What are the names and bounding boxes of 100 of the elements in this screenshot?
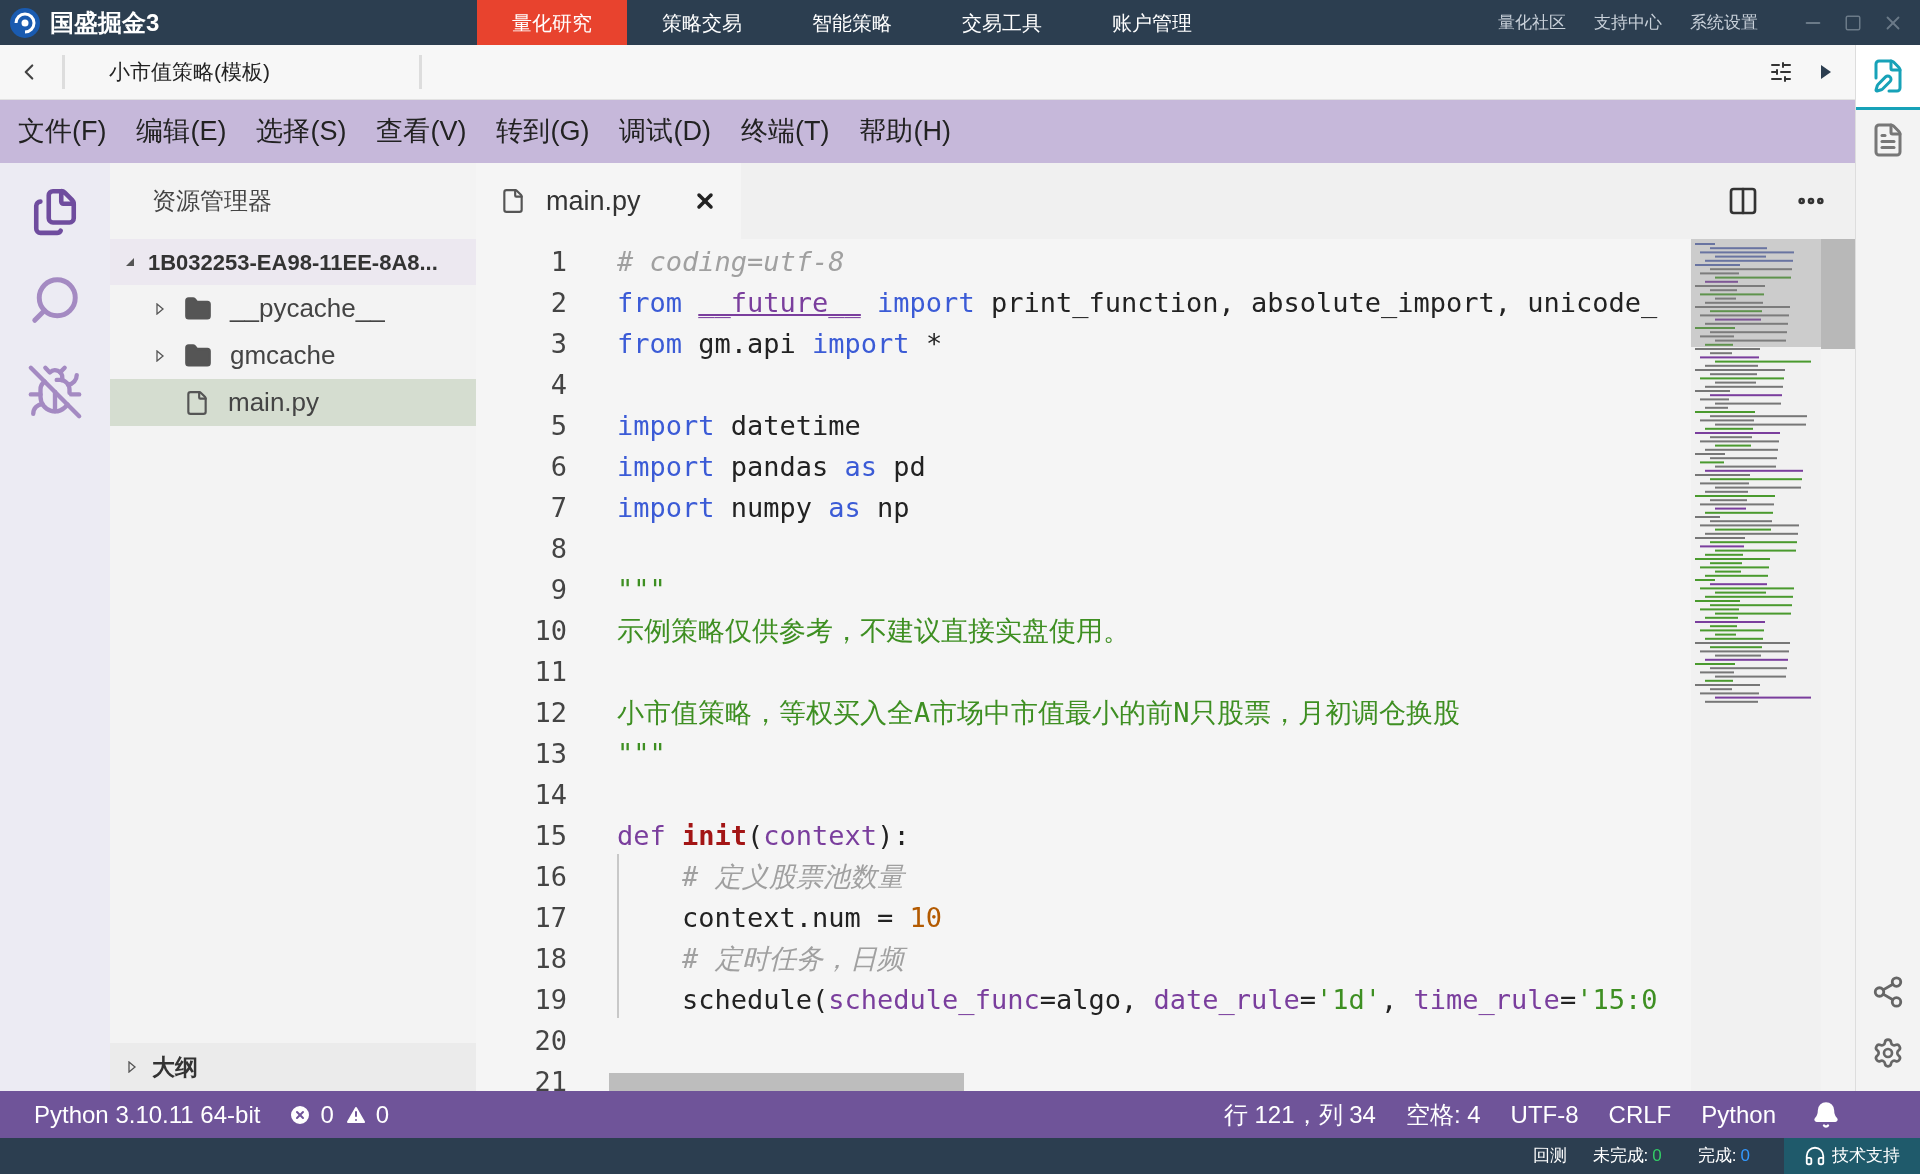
error-count: 0 bbox=[320, 1099, 334, 1130]
python-interpreter[interactable]: Python 3.10.11 64-bit bbox=[34, 1096, 261, 1133]
menu-item[interactable]: 文件(F) bbox=[18, 111, 107, 152]
line-number: 5 bbox=[549, 409, 567, 444]
outline-header[interactable]: 大纲 bbox=[110, 1043, 476, 1091]
line-number: 20 bbox=[533, 1024, 567, 1059]
line-number: 12 bbox=[533, 696, 567, 731]
menu-item[interactable]: 查看(V) bbox=[376, 111, 467, 152]
line-number: 19 bbox=[533, 983, 567, 1018]
backtest-label[interactable]: 回测 bbox=[1532, 1143, 1567, 1169]
line-number: 15 bbox=[533, 819, 567, 854]
menu-item[interactable]: 转到(G) bbox=[496, 111, 590, 152]
menu-item[interactable]: 调试(D) bbox=[619, 111, 711, 152]
menu-item[interactable]: 选择(S) bbox=[256, 111, 347, 152]
code-line: # coding=utf-8 bbox=[617, 245, 845, 280]
line-number: 17 bbox=[533, 901, 567, 936]
code-line: context.num = 10 bbox=[681, 901, 943, 936]
code-line: 示例策略仅供参考，不建议直接实盘使用。 bbox=[617, 614, 1130, 649]
line-number: 4 bbox=[549, 368, 567, 403]
app-title: 国盛掘金3 bbox=[50, 7, 160, 38]
tree-item-label: main.py bbox=[228, 386, 320, 419]
maximize-icon[interactable] bbox=[1844, 13, 1862, 32]
done-count: 0 bbox=[1740, 1145, 1750, 1168]
menu-item[interactable]: 终端(T) bbox=[740, 111, 830, 152]
code-line: 小市值策略，等权买入全A市场中市值最小的前N只股票，月初调仓换股 bbox=[617, 696, 1460, 731]
support-button[interactable]: 技术支持 bbox=[1784, 1138, 1920, 1174]
logo-icon bbox=[8, 5, 42, 40]
folder-icon bbox=[184, 294, 212, 323]
tree-item[interactable]: main.py bbox=[110, 379, 476, 426]
line-number: 6 bbox=[549, 450, 567, 485]
nav-tab[interactable]: 量化研究 bbox=[477, 0, 627, 45]
share-icon[interactable] bbox=[1871, 975, 1905, 1009]
pending-count: 0 bbox=[1652, 1145, 1662, 1168]
code-line: import pandas as pd bbox=[617, 450, 926, 485]
collapsed-arrow-icon[interactable] bbox=[154, 302, 166, 315]
headset-icon bbox=[1804, 1145, 1826, 1167]
tree-item-label: gmcache bbox=[230, 339, 336, 372]
settings-icon[interactable] bbox=[1872, 1037, 1904, 1069]
horizontal-scrollbar[interactable] bbox=[609, 1073, 964, 1091]
menu-item[interactable]: 编辑(E) bbox=[136, 111, 227, 152]
nav-tab[interactable]: 交易工具 bbox=[927, 0, 1077, 45]
code-line: import datetime bbox=[617, 409, 861, 444]
language-mode[interactable]: Python bbox=[1701, 1096, 1776, 1133]
code-line: # 定义股票池数量 bbox=[681, 860, 904, 895]
collapsed-arrow-icon[interactable] bbox=[154, 349, 166, 362]
code-line: def init(context): bbox=[617, 819, 910, 854]
code-line: from gm.api import * bbox=[617, 327, 943, 362]
split-editor-icon[interactable] bbox=[1727, 185, 1759, 217]
collapsed-arrow-icon[interactable] bbox=[126, 1061, 138, 1073]
line-number: 21 bbox=[533, 1065, 567, 1091]
code-line: """ bbox=[617, 737, 666, 772]
line-number: 10 bbox=[533, 614, 567, 649]
encoding[interactable]: UTF-8 bbox=[1510, 1096, 1579, 1133]
top-link[interactable]: 量化社区 bbox=[1498, 9, 1566, 36]
code-line: """ bbox=[617, 573, 666, 608]
top-link[interactable]: 支持中心 bbox=[1594, 9, 1662, 36]
indentation[interactable]: 空格: 4 bbox=[1405, 1096, 1481, 1133]
folder-icon bbox=[184, 341, 212, 370]
done-label: 完成: bbox=[1697, 1145, 1737, 1168]
explorer-title: 资源管理器 bbox=[152, 186, 272, 216]
line-number: 18 bbox=[533, 942, 567, 977]
code-line: from __future__ import print_function, absolute_import, unicode_ bbox=[617, 286, 1658, 321]
code-line: schedule(schedule_func=algo, date_rule='1d', time_rule='15:0 bbox=[681, 983, 1658, 1018]
document-title: 小市值策略(模板) bbox=[109, 59, 271, 86]
line-number: 9 bbox=[549, 573, 567, 608]
editor-tab[interactable]: main.py bbox=[476, 163, 741, 239]
tree-item-label: __pycache__ bbox=[230, 292, 385, 325]
pending-label: 未完成: bbox=[1592, 1145, 1649, 1168]
bug-off-icon[interactable] bbox=[26, 363, 84, 421]
file-icon bbox=[500, 188, 526, 214]
tree-item[interactable]: gmcache bbox=[110, 332, 476, 379]
line-number: 3 bbox=[549, 327, 567, 362]
line-number: 7 bbox=[549, 491, 567, 526]
outline-title: 大纲 bbox=[152, 1052, 198, 1082]
line-number: 16 bbox=[533, 860, 567, 895]
line-number: 2 bbox=[549, 286, 567, 321]
nav-tab[interactable]: 策略交易 bbox=[627, 0, 777, 45]
file-icon bbox=[184, 389, 210, 416]
code-line: import numpy as np bbox=[617, 491, 910, 526]
line-number: 14 bbox=[533, 778, 567, 813]
line-number: 13 bbox=[533, 737, 567, 772]
line-ending[interactable]: CRLF bbox=[1608, 1096, 1672, 1133]
nav-tab[interactable]: 智能策略 bbox=[777, 0, 927, 45]
menu-item[interactable]: 帮助(H) bbox=[859, 111, 951, 152]
play-icon[interactable] bbox=[1821, 65, 1831, 79]
editor-tab-label: main.py bbox=[546, 184, 641, 218]
project-name: 1B032253-EA98-11EE-8A8... bbox=[148, 248, 438, 277]
expanded-arrow-icon[interactable] bbox=[124, 256, 136, 268]
top-link[interactable]: 系统设置 bbox=[1690, 9, 1758, 36]
tree-root[interactable]: 1B032253-EA98-11EE-8A8... bbox=[110, 239, 476, 285]
nav-tab[interactable]: 账户管理 bbox=[1077, 0, 1227, 45]
sliders-icon[interactable] bbox=[1769, 60, 1793, 84]
line-number: 1 bbox=[549, 245, 567, 280]
bell-icon[interactable] bbox=[1812, 1100, 1840, 1129]
cursor-position[interactable]: 行 121，列 34 bbox=[1223, 1096, 1376, 1133]
warning-count: 0 bbox=[375, 1099, 390, 1130]
line-number: 11 bbox=[533, 655, 567, 690]
editor-side-tab[interactable] bbox=[1856, 45, 1920, 110]
tree-item[interactable]: __pycache__ bbox=[110, 285, 476, 332]
line-number: 8 bbox=[549, 532, 567, 567]
